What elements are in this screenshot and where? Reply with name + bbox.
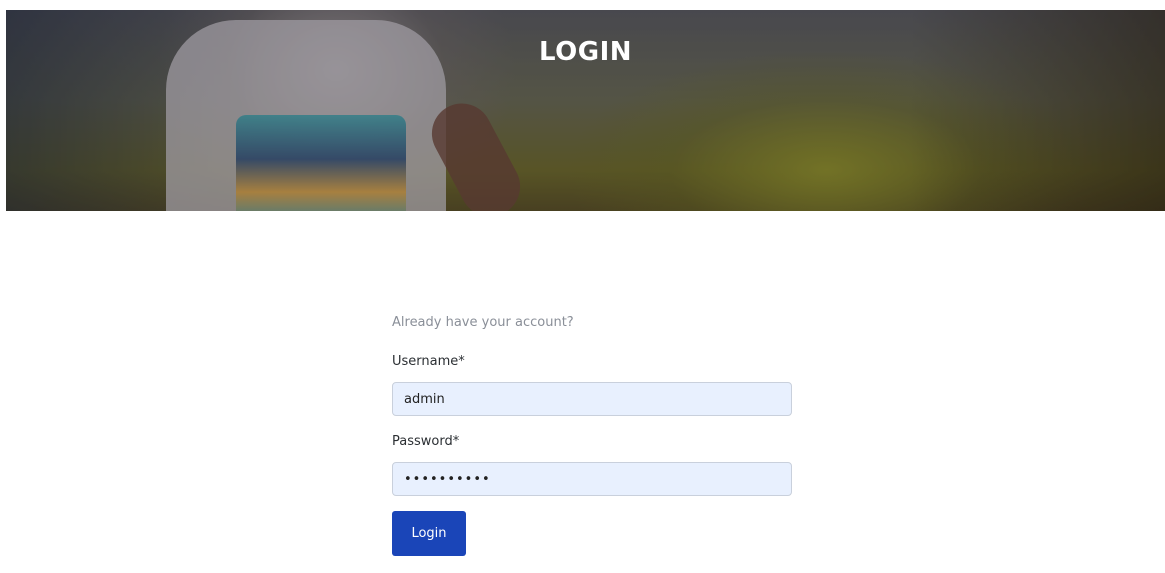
login-button[interactable]: Login: [392, 511, 466, 556]
form-subtitle: Already have your account?: [392, 315, 574, 330]
username-input[interactable]: [392, 382, 792, 416]
password-label: Password*: [392, 434, 460, 449]
username-label: Username*: [392, 354, 465, 369]
page-title: LOGIN: [538, 37, 633, 67]
password-input[interactable]: [392, 462, 792, 496]
